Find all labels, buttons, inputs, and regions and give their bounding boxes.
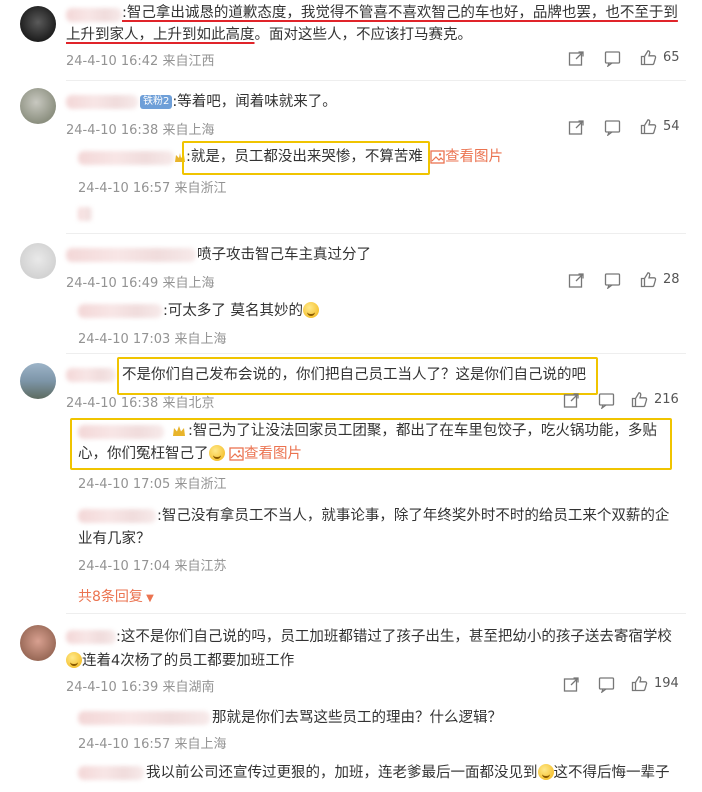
comment-icon[interactable] bbox=[598, 392, 615, 409]
comment-text: 喷子攻击智己车主真过分了 bbox=[197, 247, 371, 263]
reply-text: 业有几家？ bbox=[78, 531, 151, 547]
thumbs-up-icon bbox=[631, 676, 648, 692]
username[interactable] bbox=[66, 630, 116, 644]
username[interactable] bbox=[66, 8, 122, 22]
divider bbox=[66, 613, 686, 614]
comment-meta: 24-4-10 16:42 来自江西 bbox=[66, 54, 215, 69]
reply-text: :就是，员工都没出来哭惨，不算苦难 bbox=[186, 149, 423, 165]
share-icon[interactable] bbox=[568, 50, 585, 67]
comment-text: :这不是你们自己说的吗，员工加班都错过了孩子出生，甚至把幼小的孩子送去寄宿学校 bbox=[116, 629, 672, 645]
avatar[interactable] bbox=[20, 363, 56, 399]
comment-text: 上升到家人，上升到如此高度。面对这些人，不应该打马赛克。 bbox=[66, 27, 472, 43]
reply-text: 心，你们冤枉智己了 bbox=[78, 443, 225, 465]
reply-avatar[interactable] bbox=[78, 207, 92, 221]
image-icon bbox=[229, 447, 244, 461]
share-icon[interactable] bbox=[563, 392, 580, 409]
laugh-cry-emoji-icon bbox=[208, 445, 225, 461]
username[interactable] bbox=[66, 248, 196, 262]
reply-text: :可太多了 莫名其妙的 bbox=[163, 300, 319, 322]
more-replies-link[interactable]: 共8条回复 ▼ bbox=[78, 586, 154, 606]
username[interactable] bbox=[78, 766, 144, 780]
comment-meta: 24-4-10 16:49 来自上海 bbox=[66, 276, 215, 291]
comment-icon[interactable] bbox=[604, 50, 621, 67]
reply-meta: 24-4-10 17:05 来自浙江 bbox=[78, 477, 227, 492]
like-button[interactable]: 216 bbox=[631, 391, 679, 408]
share-icon[interactable] bbox=[563, 676, 580, 693]
fan-badge: 铁粉2 bbox=[140, 95, 173, 109]
laugh-cry-emoji-icon bbox=[66, 652, 82, 668]
divider bbox=[66, 353, 686, 354]
reply-text: :智己为了让没法回家员工团聚，都出了在车里包饺子，吃火锅功能，多贴 bbox=[188, 423, 657, 439]
reply-meta: 24-4-10 17:03 来自上海 bbox=[78, 332, 227, 347]
reply-text: :智己没有拿员工不当人，就事论事，除了年终奖外时不时的给员工来个双薪的企 bbox=[157, 508, 670, 524]
reply-meta: 24-4-10 16:57 来自浙江 bbox=[78, 181, 227, 196]
username[interactable] bbox=[78, 304, 162, 318]
comment-meta: 24-4-10 16:38 来自上海 bbox=[66, 123, 215, 138]
avatar[interactable] bbox=[20, 88, 56, 124]
thumbs-up-icon bbox=[640, 272, 657, 288]
crown-icon bbox=[173, 426, 185, 436]
username[interactable] bbox=[66, 95, 138, 109]
avatar[interactable] bbox=[20, 6, 56, 42]
share-icon[interactable] bbox=[568, 119, 585, 136]
thumbs-up-icon bbox=[640, 119, 657, 135]
comment-meta: 24-4-10 16:38 来自北京 bbox=[66, 396, 215, 411]
comment-icon[interactable] bbox=[604, 119, 621, 136]
laugh-cry-emoji-icon bbox=[303, 302, 319, 318]
comment-text: :智己拿出诚恳的道歉态度，我觉得不管喜不喜欢智己的车也好，品牌也罢，也不至于到 bbox=[122, 5, 678, 21]
comment-text: 不是你们自己发布会说的，你们把自己员工当人了？这是你们自己说的吧 bbox=[122, 367, 586, 383]
dropdown-arrow-icon: ▼ bbox=[142, 593, 154, 604]
reply-text: 那就是你们去骂这些员工的理由？什么逻辑？ bbox=[212, 710, 502, 726]
view-image-link[interactable]: 查看图片 bbox=[229, 443, 302, 465]
username[interactable] bbox=[78, 711, 210, 725]
image-icon bbox=[430, 150, 445, 164]
thumbs-up-icon bbox=[640, 50, 657, 66]
reply-meta: 24-4-10 17:04 来自江苏 bbox=[78, 559, 227, 574]
avatar[interactable] bbox=[20, 625, 56, 661]
share-icon[interactable] bbox=[568, 272, 585, 289]
divider bbox=[66, 233, 686, 234]
comment-icon[interactable] bbox=[604, 272, 621, 289]
thumbs-up-icon bbox=[631, 392, 648, 408]
like-button[interactable]: 194 bbox=[631, 675, 679, 692]
comment-text: 铁粉2:等着吧，闻着味就来了。 bbox=[140, 91, 337, 113]
reply-meta: 24-4-10 16:57 来自上海 bbox=[78, 737, 227, 752]
avatar[interactable] bbox=[20, 243, 56, 279]
laugh-cry-emoji-icon bbox=[537, 764, 554, 780]
divider bbox=[66, 80, 686, 81]
username[interactable] bbox=[78, 509, 156, 523]
reply-text: 我以前公司还宣传过更狠的，加班，连老爹最后一面都没见到 这不得后悔一辈子 bbox=[146, 764, 670, 781]
comment-icon[interactable] bbox=[598, 676, 615, 693]
like-button[interactable]: 28 bbox=[640, 271, 680, 288]
comment-text: 连着4次杨了的员工都要加班工作 bbox=[66, 650, 294, 672]
username[interactable] bbox=[78, 151, 174, 165]
view-image-link[interactable]: 查看图片 bbox=[430, 146, 503, 168]
like-button[interactable]: 54 bbox=[640, 118, 680, 135]
comment-meta: 24-4-10 16:39 来自湖南 bbox=[66, 680, 215, 695]
like-button[interactable]: 65 bbox=[640, 49, 680, 66]
username[interactable] bbox=[66, 368, 116, 382]
